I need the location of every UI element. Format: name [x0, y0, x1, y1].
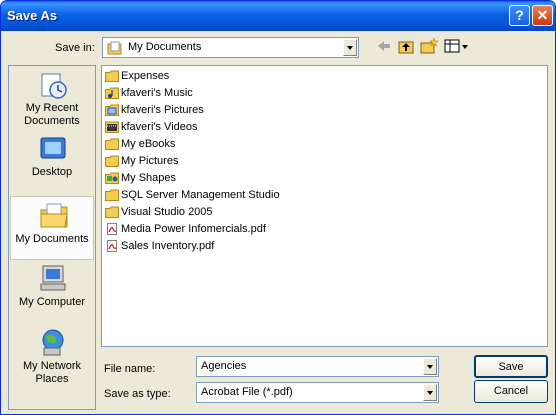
- save-as-type-label: Save as type:: [104, 388, 171, 400]
- save-in-label: Save in:: [55, 42, 95, 54]
- close-button[interactable]: ✕: [532, 5, 553, 26]
- file-name-value: Agencies: [201, 360, 247, 372]
- place-my-recent-documents[interactable]: My Recent Documents: [10, 68, 94, 132]
- place-my-network-places[interactable]: My Network Places: [10, 324, 94, 388]
- file-name-field[interactable]: Agencies: [196, 356, 439, 377]
- music-folder-icon: [105, 87, 119, 99]
- network-places-icon: [42, 329, 64, 356]
- folder-icon: [105, 138, 119, 150]
- back-arrow-icon[interactable]: [375, 37, 393, 55]
- shapes-folder-icon: [105, 172, 119, 184]
- file-name: kfaveri's Music: [121, 87, 193, 99]
- place-desktop[interactable]: Desktop: [10, 132, 94, 196]
- file-name: Expenses: [121, 70, 170, 82]
- chevron-down-icon[interactable]: [423, 358, 437, 375]
- help-button[interactable]: ?: [509, 5, 530, 26]
- close-icon: ✕: [536, 7, 549, 23]
- place-label-my-computer: My Computer: [18, 296, 86, 308]
- place-label-my-documents: My Documents: [15, 233, 89, 245]
- views-menu-icon[interactable]: [443, 37, 469, 55]
- save-as-type-dropdown[interactable]: Acrobat File (*.pdf): [196, 382, 439, 403]
- save-in-dropdown[interactable]: My Documents: [102, 37, 359, 58]
- file-name: My Pictures: [121, 155, 179, 167]
- file-name: Visual Studio 2005: [121, 206, 213, 218]
- folder-icon: [105, 155, 119, 167]
- cancel-button[interactable]: Cancel: [474, 380, 548, 403]
- file-name: kfaveri's Videos: [121, 121, 198, 133]
- videos-folder-icon: [105, 121, 119, 133]
- places-bar: My Recent Documents Desktop My Documents…: [8, 65, 96, 410]
- pdf-file-icon: [107, 240, 117, 252]
- file-name: My eBooks: [121, 138, 176, 150]
- file-name: SQL Server Management Studio: [121, 189, 280, 201]
- my-computer-icon: [40, 265, 66, 291]
- folder-icon: [105, 206, 119, 218]
- file-list[interactable]: Expenses kfaveri's Music kfaveri's Pictu…: [101, 65, 548, 347]
- place-label-recent: My Recent Documents: [24, 102, 80, 127]
- pdf-file-icon: [107, 223, 117, 235]
- save-in-value: My Documents: [128, 41, 202, 53]
- place-my-documents[interactable]: My Documents: [10, 196, 94, 260]
- window-title: Save As: [7, 8, 58, 23]
- chevron-down-icon[interactable]: [343, 39, 357, 56]
- desktop-icon: [40, 137, 66, 159]
- help-icon: ?: [515, 7, 524, 23]
- file-name: Media Power Infomercials.pdf: [121, 223, 266, 235]
- file-name: My Shapes: [121, 172, 177, 184]
- chevron-down-icon[interactable]: [423, 384, 437, 401]
- folder-icon: [105, 189, 119, 201]
- save-as-type-value: Acrobat File (*.pdf): [201, 386, 293, 398]
- place-my-computer[interactable]: My Computer: [10, 260, 94, 324]
- my-documents-icon: [40, 203, 68, 228]
- save-as-dialog: Save As ? ✕ Save in: My Documents My Rec…: [0, 0, 556, 415]
- folder-icon: [105, 70, 119, 82]
- pictures-folder-icon: [105, 104, 119, 116]
- file-name: Sales Inventory.pdf: [121, 240, 215, 252]
- file-name-label: File name:: [104, 363, 156, 375]
- place-label-network: My Network Places: [22, 360, 82, 385]
- place-label-desktop: Desktop: [31, 166, 73, 178]
- my-documents-small-icon: [107, 41, 122, 55]
- up-one-level-icon[interactable]: [397, 37, 415, 55]
- recent-documents-icon: [41, 73, 67, 99]
- save-button[interactable]: Save: [474, 355, 548, 378]
- file-name: kfaveri's Pictures: [121, 104, 204, 116]
- title-bar[interactable]: Save As ? ✕: [1, 1, 555, 31]
- new-folder-icon[interactable]: [420, 37, 438, 55]
